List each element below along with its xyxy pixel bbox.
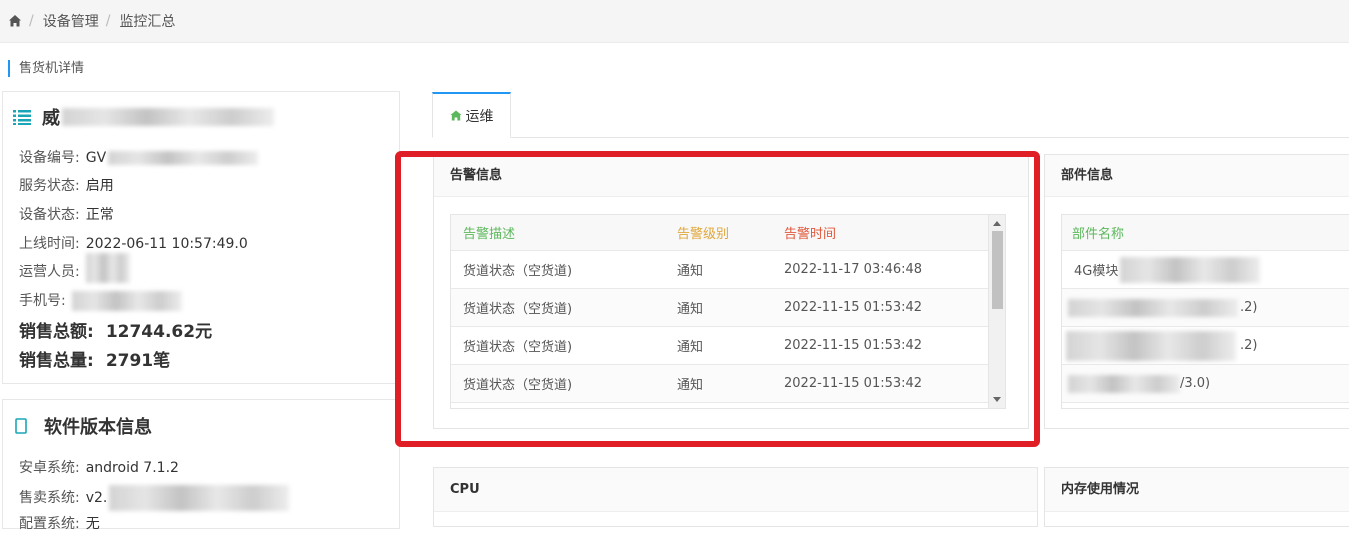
sales-total-row: 销售总额: 12744.62元 <box>19 317 212 342</box>
cpu-title: CPU <box>434 468 1037 512</box>
cpu-panel: CPU <box>433 467 1038 527</box>
mobile-icon <box>15 418 27 434</box>
config-system-value: 无 <box>85 516 100 532</box>
service-status-row: 服务状态: 启用 <box>19 175 114 195</box>
part-info-title: 部件信息 <box>1045 155 1349 197</box>
service-status-value: 启用 <box>85 178 114 194</box>
sales-count-row: 销售总量: 2791笔 <box>19 346 170 371</box>
redacted-sales-system <box>109 485 290 511</box>
tab-operations-label: 运维 <box>465 108 494 125</box>
sales-system-value: v2. <box>85 490 108 506</box>
home-icon <box>450 110 461 121</box>
android-value: android 7.1.2 <box>85 460 179 476</box>
machine-info-card: 威 设备编号: GV 服务状态: 启用 设备状态: 正常 上线时间: 2022-06-1… <box>2 91 400 384</box>
list-icon <box>13 110 31 125</box>
device-status-value: 正常 <box>85 207 114 223</box>
part-name: .2) <box>1240 300 1258 315</box>
part-info-panel: 部件信息 部件名称 4G模块 .2) .2) /3.0) <box>1044 154 1349 429</box>
config-system-row: 配置系统: 无 <box>19 513 100 533</box>
device-id-row: 设备编号: GV <box>19 147 259 167</box>
sales-total-label: 销售总额: <box>19 322 94 342</box>
online-time-row: 上线时间: 2022-06-11 10:57:49.0 <box>19 233 248 253</box>
operator-row: 运营人员: <box>19 253 130 283</box>
breadcrumb-monitor-summary[interactable]: 监控汇总 <box>119 11 175 31</box>
redacted-name <box>62 108 274 126</box>
breadcrumb-separator: / <box>105 13 111 29</box>
part-table: 部件名称 4G模块 .2) .2) /3.0) <box>1061 214 1349 409</box>
table-row[interactable]: /3.0) <box>1062 365 1349 403</box>
phone-label: 手机号: <box>19 293 66 309</box>
table-row[interactable]: 4G模块 <box>1062 251 1349 289</box>
part-name: .2) <box>1240 338 1258 353</box>
highlight-box <box>395 151 1040 447</box>
android-row: 安卓系统: android 7.1.2 <box>19 457 179 477</box>
software-version-title: 软件版本信息 <box>44 417 152 438</box>
memory-usage-title: 内存使用情况 <box>1045 468 1349 512</box>
sales-total-value: 12744.62元 <box>105 322 213 342</box>
sales-system-row: 售卖系统: v2. <box>19 485 290 511</box>
tab-bar: 运维 <box>432 92 1349 138</box>
breadcrumb-device-management[interactable]: 设备管理 <box>43 11 99 31</box>
redacted-part <box>1068 375 1180 393</box>
phone-row: 手机号: <box>19 290 182 311</box>
home-icon[interactable] <box>8 14 22 28</box>
online-time-value: 2022-06-11 10:57:49.0 <box>85 236 248 252</box>
sales-count-value: 2791笔 <box>105 351 171 371</box>
redacted-operator <box>85 253 130 283</box>
sales-count-label: 销售总量: <box>19 351 94 371</box>
redacted-part <box>1068 299 1238 317</box>
table-row[interactable]: .2) <box>1062 327 1349 365</box>
part-name: 4G模块 <box>1074 264 1119 279</box>
device-id-value: GV <box>85 150 107 166</box>
redacted-phone <box>71 291 182 311</box>
memory-usage-panel: 内存使用情况 <box>1044 467 1349 527</box>
tab-operations[interactable]: 运维 <box>432 92 511 138</box>
section-title: 售货机详情 <box>8 60 84 77</box>
software-version-header: 软件版本信息 <box>13 413 152 439</box>
redacted-device-id <box>108 151 259 165</box>
redacted-part <box>1120 257 1260 283</box>
machine-name-header: 威 <box>13 104 274 130</box>
software-version-card: 软件版本信息 安卓系统: android 7.1.2 售卖系统: v2. 配置系统:… <box>2 399 400 532</box>
device-status-row: 设备状态: 正常 <box>19 204 114 224</box>
device-status-label: 设备状态: <box>19 207 80 223</box>
config-system-label: 配置系统: <box>19 516 80 532</box>
table-row[interactable]: .2) <box>1062 289 1349 327</box>
part-name: /3.0) <box>1180 376 1211 391</box>
operator-label: 运营人员: <box>19 264 80 280</box>
column-header-part-name[interactable]: 部件名称 <box>1072 223 1124 242</box>
device-id-label: 设备编号: <box>19 150 80 166</box>
part-table-header: 部件名称 <box>1062 215 1349 251</box>
redacted-part <box>1066 331 1236 361</box>
sales-system-label: 售卖系统: <box>19 490 80 506</box>
machine-name: 威 <box>42 108 60 129</box>
android-label: 安卓系统: <box>19 460 80 476</box>
service-status-label: 服务状态: <box>19 178 80 194</box>
online-time-label: 上线时间: <box>19 236 80 252</box>
breadcrumb-separator: / <box>29 13 34 29</box>
breadcrumb: / 设备管理 / 监控汇总 <box>0 0 1349 43</box>
